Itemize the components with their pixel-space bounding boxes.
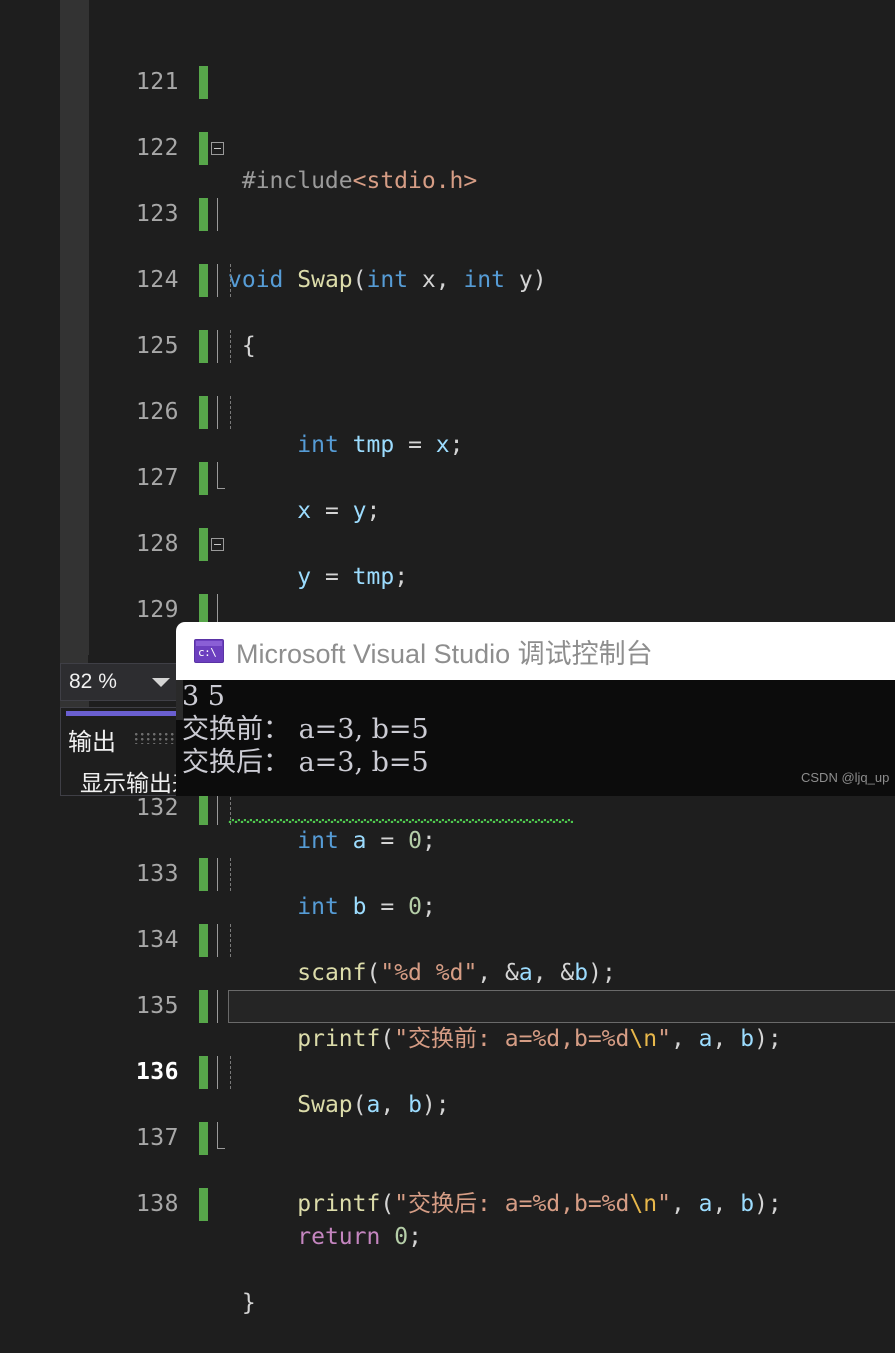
code-row[interactable]: 137 return 0;: [0, 1056, 895, 1250]
fold-guide-line: [217, 1122, 218, 1148]
fold-collapse-icon[interactable]: [211, 142, 224, 155]
console-output-area[interactable]: 3 5 交换前： a=3, b=5 交换后： a=3, b=5: [176, 680, 895, 796]
console-line: 交换前： a=3, b=5: [182, 714, 429, 745]
fold-guide-line: [217, 462, 218, 488]
console-window-title: Microsoft Visual Studio 调试控制台: [236, 638, 653, 669]
indent-guide: [230, 924, 231, 957]
code-text-tmp-decl[interactable]: int tmp = x;: [228, 429, 463, 462]
code-row-current[interactable]: 136 printf("交换后: a=%d,b=%d\n", a, b);: [0, 990, 895, 1217]
indent-guide: [230, 330, 231, 363]
indent-guide: [230, 1056, 231, 1089]
fold-guide-line: [217, 330, 218, 363]
code-row[interactable]: 134 printf("交换前: a=%d,b=%d\n", a, b);: [0, 858, 895, 1052]
fold-guide-line: [217, 396, 218, 429]
console-scrollbar[interactable]: [176, 680, 183, 796]
indent-guide: [230, 858, 231, 891]
current-line-highlight: [228, 990, 895, 1023]
code-text-printf-after[interactable]: printf("交换后: a=%d,b=%d\n", a, b);: [228, 1188, 782, 1221]
code-text-a-decl[interactable]: int a = 0;: [228, 825, 436, 858]
fold-guide-line: [217, 792, 218, 825]
code-text-scanf[interactable]: scanf("%d %d", &a, &b);: [228, 957, 616, 990]
code-row[interactable]: 128 }: [0, 462, 895, 656]
code-row[interactable]: 138 }: [0, 1122, 895, 1316]
fold-guide-line: [217, 924, 218, 957]
output-panel-accent-bar: [66, 711, 184, 716]
code-row[interactable]: 124 {: [0, 198, 895, 359]
zoom-level-dropdown[interactable]: 82 %: [60, 663, 180, 701]
fold-guide-end: [217, 488, 225, 489]
code-text-include[interactable]: #include<stdio.h>: [228, 165, 477, 198]
console-title-bar[interactable]: c:\ Microsoft Visual Studio 调试控制台: [176, 622, 895, 680]
code-text-printf-before[interactable]: printf("交换前: a=%d,b=%d\n", a, b);: [228, 1023, 782, 1056]
console-scrollbar-thumb[interactable]: [176, 680, 183, 720]
code-row[interactable]: 135 Swap(a, b);: [0, 924, 895, 1118]
debug-console-window[interactable]: c:\ Microsoft Visual Studio 调试控制台 3 5 交换…: [176, 622, 895, 796]
code-row[interactable]: 123 void Swap(int x, int y): [0, 132, 895, 293]
fold-guide-line: [217, 264, 218, 297]
fold-guide-line: [217, 198, 218, 231]
indent-guide: [230, 396, 231, 429]
code-text-return[interactable]: return 0;: [228, 1221, 422, 1254]
code-row[interactable]: 121: [0, 0, 895, 99]
console-line: 3 5: [182, 681, 225, 712]
warning-squiggle: [228, 819, 573, 823]
code-row[interactable]: 127 y = tmp;: [0, 396, 895, 590]
indent-guide: [230, 264, 231, 297]
fold-collapse-icon[interactable]: [211, 538, 224, 551]
fold-guide-end: [217, 1148, 225, 1149]
fold-guide-line: [217, 1056, 218, 1089]
line-number: 138: [135, 1191, 179, 1217]
tab-output[interactable]: 输出: [68, 722, 116, 757]
console-line: 交换后： a=3, b=5: [182, 747, 429, 778]
console-icon-text: c:\: [198, 646, 217, 659]
code-text-b-decl[interactable]: int b = 0;: [228, 891, 436, 924]
code-text-y-assign[interactable]: y = tmp;: [228, 561, 408, 594]
code-row[interactable]: 125 int tmp = x;: [0, 264, 895, 458]
code-row[interactable]: 126 x = y;: [0, 330, 895, 524]
console-app-icon: c:\: [194, 639, 224, 663]
zoom-level-value: 82 %: [69, 670, 117, 693]
code-row[interactable]: 129 int main(): [0, 528, 895, 689]
code-lines-container: 121 122 #include<stdio.h> 123 void Swap(…: [0, 0, 895, 1316]
code-row[interactable]: 122 #include<stdio.h>: [0, 66, 895, 194]
change-indicator-bar: [199, 1188, 208, 1221]
fold-guide-line: [217, 990, 218, 1023]
combo-notch: [88, 655, 180, 663]
watermark: CSDN @ljq_up: [801, 770, 890, 785]
code-text-x-assign[interactable]: x = y;: [228, 495, 380, 528]
chevron-down-icon[interactable]: [152, 677, 170, 687]
code-text-main-close-brace[interactable]: }: [228, 1287, 256, 1320]
code-text-swap-call[interactable]: Swap(a, b);: [228, 1089, 449, 1122]
fold-guide-line: [217, 858, 218, 891]
